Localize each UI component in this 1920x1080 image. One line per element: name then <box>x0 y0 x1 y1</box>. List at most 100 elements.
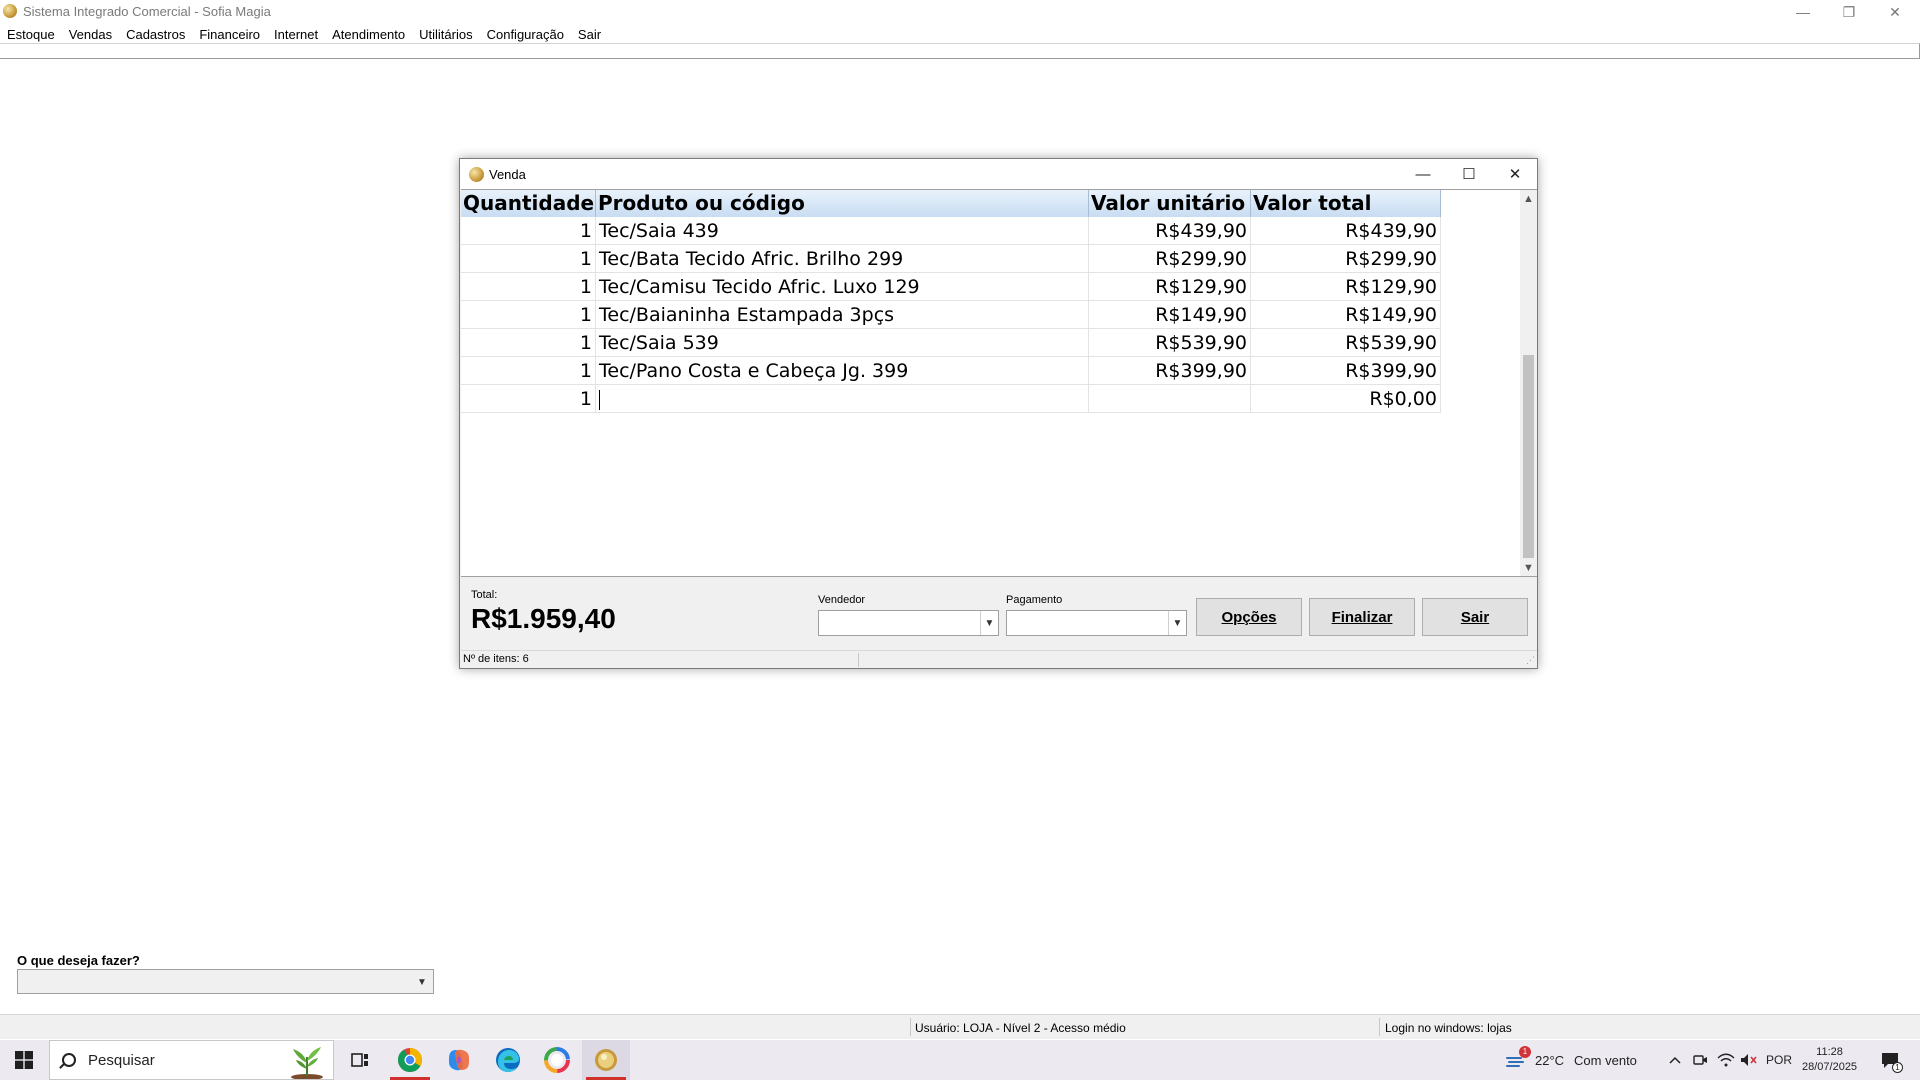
clock-date: 28/07/2025 <box>1802 1061 1858 1073</box>
table-row[interactable]: 1 Tec/Pano Costa e Cabeça Jg. 399 R$399,… <box>461 357 1441 385</box>
chevron-down-icon[interactable]: ▼ <box>980 611 998 635</box>
total-label: Total: <box>471 589 498 601</box>
cell-valor-total[interactable]: R$299,90 <box>1251 245 1441 273</box>
product-entry-cell[interactable] <box>596 385 1089 413</box>
close-button[interactable]: ✕ <box>1872 0 1918 24</box>
chevron-down-icon[interactable]: ▼ <box>413 972 431 992</box>
menu-estoque[interactable]: Estoque <box>2 27 60 42</box>
app-status-bar: Usuário: LOJA - Nível 2 - Acesso médio L… <box>0 1014 1920 1039</box>
photos-icon[interactable] <box>533 1040 581 1080</box>
scroll-down-arrow-icon[interactable]: ▼ <box>1520 559 1537 576</box>
cell-produto[interactable]: Tec/Camisu Tecido Afric. Luxo 129 <box>596 273 1089 301</box>
cell-quantidade[interactable]: 1 <box>461 385 596 413</box>
menu-sair[interactable]: Sair <box>573 27 606 42</box>
taskbar: Pesquisar 1 22°C Com vento POR 11:28 28/… <box>0 1040 1920 1080</box>
cell-quantidade[interactable]: 1 <box>461 245 596 273</box>
edge-icon[interactable] <box>484 1040 532 1080</box>
menu-configuracao[interactable]: Configuração <box>482 27 569 42</box>
venda-minimize-button[interactable]: — <box>1400 159 1446 189</box>
menu-financeiro[interactable]: Financeiro <box>194 27 265 42</box>
pagamento-select[interactable]: ▼ <box>1006 610 1187 636</box>
column-valor-total[interactable]: Valor total <box>1251 190 1441 217</box>
venda-maximize-button[interactable]: ☐ <box>1446 159 1492 189</box>
cell-valor-total[interactable]: R$129,90 <box>1251 273 1441 301</box>
cell-quantidade[interactable]: 1 <box>461 301 596 329</box>
resize-grip-icon[interactable]: ⋰ <box>1526 655 1535 666</box>
cell-valor-total[interactable]: R$0,00 <box>1251 385 1441 413</box>
cell-produto[interactable]: Tec/Bata Tecido Afric. Brilho 299 <box>596 245 1089 273</box>
cell-quantidade[interactable]: 1 <box>461 357 596 385</box>
venda-title-bar[interactable]: Venda — ☐ ✕ <box>460 159 1537 189</box>
menu-internet[interactable]: Internet <box>269 27 323 42</box>
vendedor-select[interactable]: ▼ <box>818 610 999 636</box>
cell-quantidade[interactable]: 1 <box>461 273 596 301</box>
scroll-up-arrow-icon[interactable]: ▲ <box>1520 190 1537 207</box>
cell-valor-unitario[interactable]: R$129,90 <box>1089 273 1251 301</box>
column-valor-unitario[interactable]: Valor unitário <box>1089 190 1251 217</box>
table-row[interactable]: 1 Tec/Saia 539 R$539,90 R$539,90 <box>461 329 1441 357</box>
search-placeholder: Pesquisar <box>88 1052 155 1069</box>
windows-login-status: Login no windows: lojas <box>1385 1021 1512 1035</box>
language-indicator[interactable]: POR <box>1766 1040 1792 1080</box>
chrome-icon[interactable] <box>386 1040 434 1080</box>
volume-muted-icon[interactable] <box>1740 1040 1758 1080</box>
venda-close-button[interactable]: ✕ <box>1492 159 1538 189</box>
cell-valor-total[interactable]: R$539,90 <box>1251 329 1441 357</box>
minimize-button[interactable]: — <box>1780 0 1826 24</box>
sofia-magia-app-icon[interactable] <box>582 1040 630 1080</box>
menu-utilitarios[interactable]: Utilitários <box>414 27 477 42</box>
weather-description: Com vento <box>1574 1052 1637 1068</box>
notification-count: 1 <box>1892 1062 1903 1073</box>
finalizar-button[interactable]: Finalizar <box>1309 598 1415 636</box>
venda-window: Venda — ☐ ✕ Quantidade Produto ou código… <box>459 158 1538 669</box>
opcoes-button[interactable]: Opções <box>1196 598 1302 636</box>
search-highlight-plant-icon <box>291 1047 323 1079</box>
chevron-down-icon[interactable]: ▼ <box>1168 611 1186 635</box>
table-row[interactable]: 1 Tec/Saia 439 R$439,90 R$439,90 <box>461 217 1441 245</box>
cell-valor-unitario[interactable]: R$299,90 <box>1089 245 1251 273</box>
cell-quantidade[interactable]: 1 <box>461 329 596 357</box>
taskbar-search-box[interactable]: Pesquisar <box>49 1040 334 1080</box>
column-quantidade[interactable]: Quantidade <box>461 190 596 217</box>
menu-vendas[interactable]: Vendas <box>64 27 117 42</box>
cell-produto[interactable]: Tec/Baianinha Estampada 3pçs <box>596 301 1089 329</box>
cell-valor-unitario[interactable] <box>1089 385 1251 413</box>
cell-produto[interactable]: Tec/Pano Costa e Cabeça Jg. 399 <box>596 357 1089 385</box>
meet-now-icon[interactable] <box>1692 1040 1708 1080</box>
clock[interactable]: 11:28 28/07/2025 <box>1802 1040 1857 1080</box>
weather-widget[interactable]: 1 22°C Com vento <box>1505 1040 1637 1080</box>
cell-valor-unitario[interactable]: R$539,90 <box>1089 329 1251 357</box>
vertical-scrollbar[interactable]: ▲ ▼ <box>1520 190 1537 576</box>
cell-quantidade[interactable]: 1 <box>461 217 596 245</box>
what-to-do-select[interactable]: ▼ <box>17 969 434 994</box>
scroll-thumb[interactable] <box>1523 355 1534 558</box>
table-row[interactable]: 1 Tec/Bata Tecido Afric. Brilho 299 R$29… <box>461 245 1441 273</box>
cell-produto[interactable]: Tec/Saia 439 <box>596 217 1089 245</box>
cell-valor-unitario[interactable]: R$399,90 <box>1089 357 1251 385</box>
cell-valor-unitario[interactable]: R$439,90 <box>1089 217 1251 245</box>
cell-valor-total[interactable]: R$399,90 <box>1251 357 1441 385</box>
column-produto[interactable]: Produto ou código <box>596 190 1089 217</box>
show-hidden-icons-chevron-up-icon[interactable] <box>1668 1040 1682 1080</box>
table-row[interactable]: 1 Tec/Camisu Tecido Afric. Luxo 129 R$12… <box>461 273 1441 301</box>
venda-logo-icon <box>469 167 484 182</box>
cell-valor-total[interactable]: R$439,90 <box>1251 217 1441 245</box>
table-row[interactable]: 1 Tec/Baianinha Estampada 3pçs R$149,90 … <box>461 301 1441 329</box>
status-divider <box>1379 1018 1380 1036</box>
copilot-icon[interactable] <box>435 1040 483 1080</box>
sale-items-grid[interactable]: Quantidade Produto ou código Valor unitá… <box>461 189 1537 577</box>
clock-time: 11:28 <box>1816 1046 1843 1058</box>
task-view-icon[interactable] <box>336 1040 384 1080</box>
windows-start-icon[interactable] <box>0 1040 48 1080</box>
cell-valor-total[interactable]: R$149,90 <box>1251 301 1441 329</box>
cell-valor-unitario[interactable]: R$149,90 <box>1089 301 1251 329</box>
sair-button[interactable]: Sair <box>1422 598 1528 636</box>
new-item-row[interactable]: 1 R$0,00 <box>461 385 1441 413</box>
notification-center-icon[interactable]: 1 <box>1880 1040 1903 1080</box>
restore-button[interactable]: ❐ <box>1826 0 1872 24</box>
network-wifi-icon[interactable] <box>1717 1040 1735 1080</box>
cell-produto[interactable]: Tec/Saia 539 <box>596 329 1089 357</box>
grid-header: Quantidade Produto ou código Valor unitá… <box>461 190 1441 217</box>
menu-cadastros[interactable]: Cadastros <box>121 27 190 42</box>
menu-atendimento[interactable]: Atendimento <box>327 27 410 42</box>
